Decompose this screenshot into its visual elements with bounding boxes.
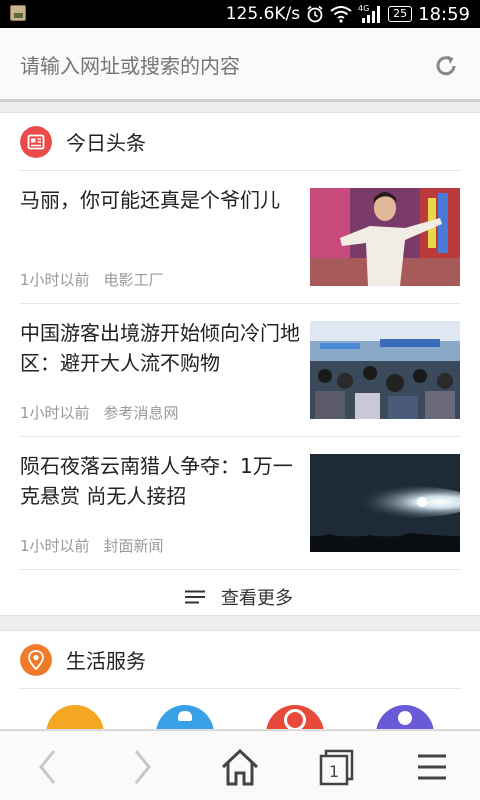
news-thumbnail-image[interactable] xyxy=(310,454,460,552)
news-title[interactable]: 陨石夜落云南猎人争夺：1万一克悬赏 尚无人接招 xyxy=(20,451,302,511)
address-bar xyxy=(0,28,480,102)
life-services-title: 生活服务 xyxy=(66,649,146,673)
back-icon[interactable] xyxy=(28,747,68,787)
news-meta: 1小时以前 封面新闻 xyxy=(20,535,164,556)
news-card-title: 今日头条 xyxy=(66,131,146,155)
news-time: 1小时以前 xyxy=(20,271,90,289)
tabs-icon[interactable]: 1 xyxy=(316,747,356,787)
news-item[interactable]: 马丽，你可能还真是个爷们儿 1小时以前 电影工厂 xyxy=(20,171,460,304)
news-title[interactable]: 中国游客出境游开始倾向冷门地区：避开大人流不购物 xyxy=(20,318,302,378)
news-time: 1小时以前 xyxy=(20,404,90,422)
news-source: 封面新闻 xyxy=(103,537,164,555)
service-glyph xyxy=(284,709,306,729)
tab-count: 1 xyxy=(329,762,339,781)
service-glyph xyxy=(178,711,192,721)
list-icon xyxy=(185,590,205,604)
alarm-icon xyxy=(307,5,323,23)
location-pin-icon xyxy=(20,644,52,676)
service-icons-row xyxy=(0,701,480,729)
news-time: 1小时以前 xyxy=(20,537,90,555)
view-more-button[interactable]: 查看更多 xyxy=(221,584,293,610)
news-item[interactable]: 中国游客出境游开始倾向冷门地区：避开大人流不购物 1小时以前 参考消息网 xyxy=(20,304,460,437)
news-meta: 1小时以前 参考消息网 xyxy=(20,402,179,423)
view-more-row[interactable]: 查看更多 xyxy=(0,570,480,622)
news-source: 参考消息网 xyxy=(103,404,179,422)
life-services-header: 生活服务 xyxy=(18,631,462,689)
home-icon[interactable] xyxy=(220,747,260,787)
refresh-icon[interactable] xyxy=(432,52,460,80)
forward-icon[interactable] xyxy=(122,747,162,787)
news-item[interactable]: 陨石夜落云南猎人争夺：1万一克悬赏 尚无人接招 1小时以前 封面新闻 xyxy=(20,437,460,570)
news-meta: 1小时以前 电影工厂 xyxy=(20,269,164,290)
service-icon[interactable] xyxy=(46,705,104,729)
clock: 18:59 xyxy=(418,3,470,25)
url-search-input[interactable] xyxy=(20,52,400,80)
app-notification-icon xyxy=(10,5,26,21)
wifi-icon xyxy=(330,6,352,23)
news-thumbnail-image[interactable] xyxy=(310,188,460,286)
network-speed: 125.6K/s xyxy=(225,4,301,24)
service-glyph xyxy=(398,711,412,725)
bottom-navigation-bar: 1 xyxy=(0,730,480,800)
news-thumbnail-image[interactable] xyxy=(310,321,460,419)
news-card-header: 今日头条 xyxy=(18,113,462,171)
battery-icon: 25 xyxy=(388,6,413,22)
news-card: 今日头条 马丽，你可能还真是个爷们儿 1小时以前 电影工厂 中国游客出境游开始倾向… xyxy=(0,112,480,616)
status-bar: 125.6K/s 4G 25 18:59 xyxy=(0,0,480,28)
signal-icon: 4G xyxy=(358,4,381,23)
life-services-card: 生活服务 xyxy=(0,630,480,730)
news-icon xyxy=(20,126,52,158)
network-type-label: 4G xyxy=(358,4,369,13)
news-source: 电影工厂 xyxy=(103,271,164,289)
news-title[interactable]: 马丽，你可能还真是个爷们儿 xyxy=(20,185,302,215)
menu-icon[interactable] xyxy=(412,747,452,787)
